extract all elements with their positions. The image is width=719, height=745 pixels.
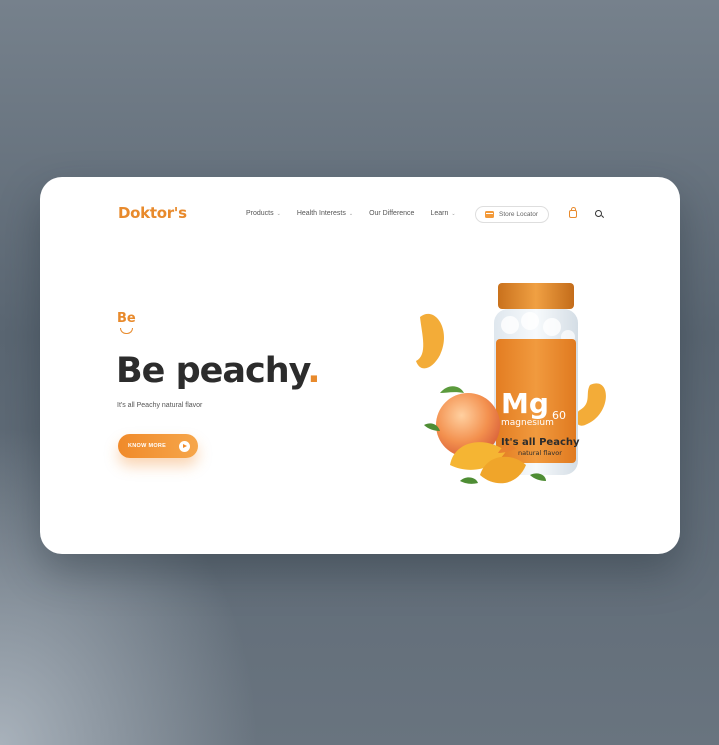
store-locator-button[interactable]: Store Locator xyxy=(475,206,549,223)
nav-item-label: Our Difference xyxy=(369,210,415,217)
search-icon[interactable] xyxy=(595,210,602,217)
chevron-down-icon: ⌄ xyxy=(348,210,354,217)
hero-subline: It's all Peachy natural flavor xyxy=(117,402,203,409)
chevron-down-icon: ⌄ xyxy=(276,210,281,217)
website-card: Doktor's Products ⌄ Health Interests ⌄ O… xyxy=(40,177,680,554)
be-brand-mark: Be xyxy=(117,311,136,326)
jar-cap xyxy=(498,283,574,309)
know-more-label: KNOW MORE xyxy=(128,443,167,449)
label-name: magnesium xyxy=(501,418,554,428)
nav-item-our-difference[interactable]: Our Difference xyxy=(369,210,414,217)
play-arrow-icon xyxy=(179,440,190,452)
juice-splash-right xyxy=(575,383,606,426)
brand-logo[interactable]: Doktor's xyxy=(118,204,187,222)
label-symbol: Mg xyxy=(501,387,549,420)
nav-item-label: Products xyxy=(246,210,274,217)
label-flavor: natural flavor xyxy=(518,449,562,457)
juice-splash-left xyxy=(416,313,445,369)
smile-icon xyxy=(120,328,133,334)
store-icon xyxy=(485,211,494,218)
product-image: Mg magnesium 60 It's all Peachy natural … xyxy=(416,283,606,484)
chevron-down-icon: ⌄ xyxy=(451,210,456,217)
nav-item-products[interactable]: Products ⌄ xyxy=(246,210,281,217)
headline-text: Be peachy xyxy=(116,351,308,391)
nav-item-learn[interactable]: Learn ⌄ xyxy=(430,210,455,217)
label-count: 60 xyxy=(552,409,566,422)
store-locator-label: Store Locator xyxy=(499,211,539,218)
main-nav: Products ⌄ Health Interests ⌄ Our Differ… xyxy=(246,210,472,217)
nav-item-label: Health Interests xyxy=(296,210,346,217)
nav-item-health-interests[interactable]: Health Interests ⌄ xyxy=(297,210,353,217)
headline-dot: . xyxy=(307,351,320,391)
shopping-bag-icon[interactable] xyxy=(569,207,577,218)
hero-headline: Be peachy. xyxy=(116,351,321,391)
know-more-button[interactable]: KNOW MORE xyxy=(118,434,198,458)
nav-item-label: Learn xyxy=(430,210,449,217)
